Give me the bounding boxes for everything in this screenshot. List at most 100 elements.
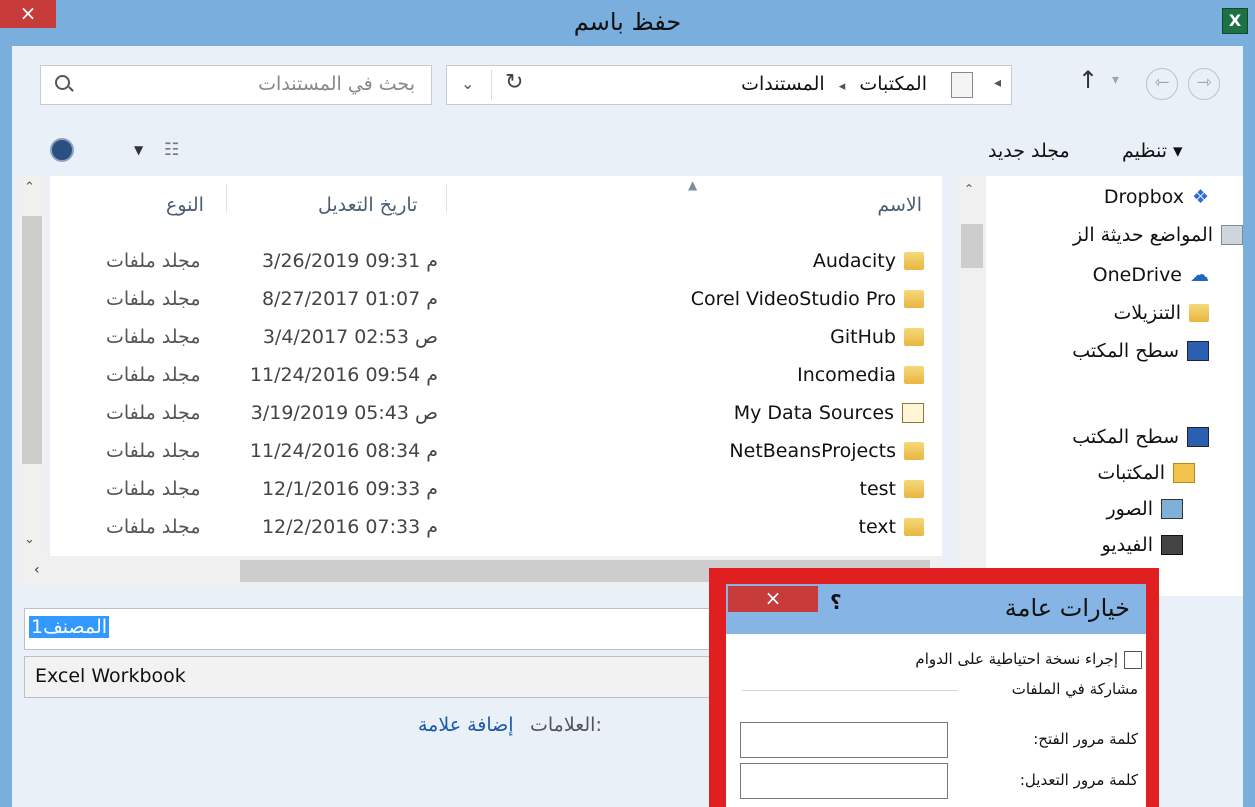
file-list-scroll-thumb[interactable] xyxy=(22,216,42,464)
scroll-left-icon[interactable]: ‹ xyxy=(34,562,40,578)
folder-icon xyxy=(904,442,924,460)
modify-password-label: كلمة مرور التعديل: xyxy=(1019,771,1138,789)
file-name-input[interactable]: المصنف1 xyxy=(24,608,726,650)
open-password-input[interactable] xyxy=(740,722,948,758)
nav-item-libraries[interactable]: المكتبات xyxy=(1097,462,1195,484)
dialog-close-button[interactable]: × xyxy=(728,586,818,612)
file-type: مجلد ملفات xyxy=(106,288,201,310)
table-row[interactable]: test 12/1/2016 09:33 م مجلد ملفات xyxy=(50,472,942,510)
nav-item-downloads[interactable]: التنزيلات xyxy=(1113,302,1209,324)
back-button[interactable]: ⇾ xyxy=(1188,68,1220,100)
up-button[interactable]: ↑ xyxy=(1078,66,1098,94)
file-date: 12/1/2016 09:33 م xyxy=(261,478,438,500)
file-date: 3/26/2019 09:31 م xyxy=(261,250,438,272)
nav-pane-scrollbar[interactable]: ⌃ xyxy=(958,176,986,596)
recent-locations-chevron-icon[interactable]: ▾ xyxy=(1112,72,1119,88)
scroll-up-icon[interactable]: ⌃ xyxy=(964,182,974,196)
folder-icon xyxy=(904,252,924,270)
downloads-icon xyxy=(1189,304,1209,322)
file-date: 3/4/2017 02:53 ص xyxy=(262,326,438,348)
view-options-chevron-icon[interactable]: ▼ xyxy=(134,143,143,157)
folder-icon xyxy=(904,290,924,308)
nav-item-pictures[interactable]: الصور xyxy=(1106,498,1183,520)
excel-icon: X xyxy=(1222,8,1248,34)
file-list: الاسم ▲ تاريخ التعديل النوع Audacity 3/26… xyxy=(50,176,942,556)
table-row[interactable]: My Data Sources 3/19/2019 05:43 ص مجلد ملف… xyxy=(50,396,942,434)
file-name: text xyxy=(858,516,897,538)
table-row[interactable]: Audacity 3/26/2019 09:31 م مجلد ملفات xyxy=(50,244,942,282)
file-name: Incomedia xyxy=(797,364,896,386)
column-header-modified[interactable]: تاريخ التعديل xyxy=(318,194,417,216)
nav-pane-scroll-thumb[interactable] xyxy=(961,224,983,268)
nav-item-desktop[interactable]: سطح المكتب xyxy=(1072,340,1209,362)
table-row[interactable]: NetBeansProjects 11/24/2016 08:34 م مجلد م… xyxy=(50,434,942,472)
tags-label: العلامات: xyxy=(530,714,602,736)
table-row[interactable]: text 12/2/2016 07:33 م مجلد ملفات xyxy=(50,510,942,548)
file-date: 8/27/2017 01:07 م xyxy=(261,288,438,310)
window-border-right xyxy=(1243,46,1255,807)
file-type: مجلد ملفات xyxy=(106,402,201,424)
videos-icon xyxy=(1161,535,1183,555)
always-backup-label: إجراء نسخة احتياطية على الدوام xyxy=(915,650,1118,668)
search-icon-handle xyxy=(68,86,74,92)
file-date: 3/19/2019 05:43 ص xyxy=(250,402,438,424)
data-source-folder-icon xyxy=(902,403,924,423)
scroll-up-icon[interactable]: ⌃ xyxy=(24,180,35,195)
onedrive-icon: ☁ xyxy=(1190,264,1209,286)
open-password-label: كلمة مرور الفتح: xyxy=(1033,730,1138,748)
table-row[interactable]: GitHub 3/4/2017 02:53 ص مجلد ملفات xyxy=(50,320,942,358)
breadcrumb-documents[interactable]: المستندات xyxy=(741,73,825,95)
sort-ascending-icon: ▲ xyxy=(688,178,698,192)
scroll-down-icon[interactable]: ⌄ xyxy=(24,532,35,547)
file-date: 11/24/2016 09:54 م xyxy=(249,364,438,386)
help-icon[interactable] xyxy=(50,138,74,162)
organize-button[interactable]: تنظيم ▾ xyxy=(1122,140,1183,162)
file-name: test xyxy=(859,478,897,500)
modify-password-input[interactable] xyxy=(740,763,948,799)
breadcrumb-libraries[interactable]: المكتبات xyxy=(859,73,927,95)
file-date: 11/24/2016 08:34 م xyxy=(249,440,438,462)
search-box[interactable]: بحث في المستندات xyxy=(40,65,432,105)
table-row[interactable]: Incomedia 11/24/2016 09:54 م مجلد ملفات xyxy=(50,358,942,396)
file-type: مجلد ملفات xyxy=(106,364,201,386)
help-button[interactable]: ؟ xyxy=(830,590,842,614)
add-tag-link[interactable]: إضافة علامة xyxy=(418,714,514,736)
column-header-type[interactable]: النوع xyxy=(166,194,204,216)
desktop-icon xyxy=(1187,341,1209,361)
column-divider xyxy=(226,184,227,212)
file-type: مجلد ملفات xyxy=(106,478,201,500)
table-row[interactable]: Corel VideoStudio Pro 8/27/2017 01:07 م مج… xyxy=(50,282,942,320)
breadcrumb-separator-icon: ◂ xyxy=(838,79,846,94)
nav-item-desktop-root[interactable]: سطح المكتب xyxy=(1072,426,1209,448)
window-close-button[interactable]: × xyxy=(0,0,56,28)
column-header-name[interactable]: الاسم xyxy=(877,194,922,216)
nav-item-dropbox[interactable]: ❖ Dropbox xyxy=(1104,186,1209,208)
navigation-pane: ❖ Dropbox المواضع حديثة الز ☁ OneDrive الت… xyxy=(958,176,1243,596)
forward-button[interactable]: ⇽ xyxy=(1146,68,1178,100)
breadcrumb-separator-icon: ◂ xyxy=(993,75,1001,91)
general-options-title-bar: خيارات عامة ؟ × xyxy=(726,584,1146,634)
file-type-select[interactable]: Excel Workbook xyxy=(24,656,726,698)
address-bar[interactable]: ◂ المكتبات ◂ المستندات ⌄ ↻ xyxy=(446,65,1012,105)
search-input[interactable]: بحث في المستندات xyxy=(258,73,415,95)
folder-icon xyxy=(904,366,924,384)
nav-item-onedrive[interactable]: ☁ OneDrive xyxy=(1093,264,1209,286)
file-date: 12/2/2016 07:33 م xyxy=(261,516,438,538)
refresh-icon[interactable]: ↻ xyxy=(505,70,523,95)
file-list-scrollbar[interactable]: ⌃ ⌄ xyxy=(18,176,46,556)
window-border-left xyxy=(0,46,12,807)
nav-item-videos[interactable]: الفيديو xyxy=(1102,534,1183,556)
address-divider xyxy=(491,70,492,100)
view-details-icon[interactable]: ☷ xyxy=(164,140,179,160)
file-type-value: Excel Workbook xyxy=(35,665,186,687)
file-name: NetBeansProjects xyxy=(729,440,896,462)
nav-item-recent-places[interactable]: المواضع حديثة الز xyxy=(1073,224,1243,246)
file-type: مجلد ملفات xyxy=(106,440,201,462)
new-folder-button[interactable]: مجلد جديد xyxy=(988,140,1070,162)
folder-icon xyxy=(904,328,924,346)
file-name: Corel VideoStudio Pro xyxy=(690,288,896,310)
always-backup-checkbox[interactable] xyxy=(1124,651,1142,669)
address-dropdown-chevron-icon[interactable]: ⌄ xyxy=(461,74,474,93)
file-name: My Data Sources xyxy=(733,402,894,424)
window-title: حفظ باسم xyxy=(573,8,682,36)
